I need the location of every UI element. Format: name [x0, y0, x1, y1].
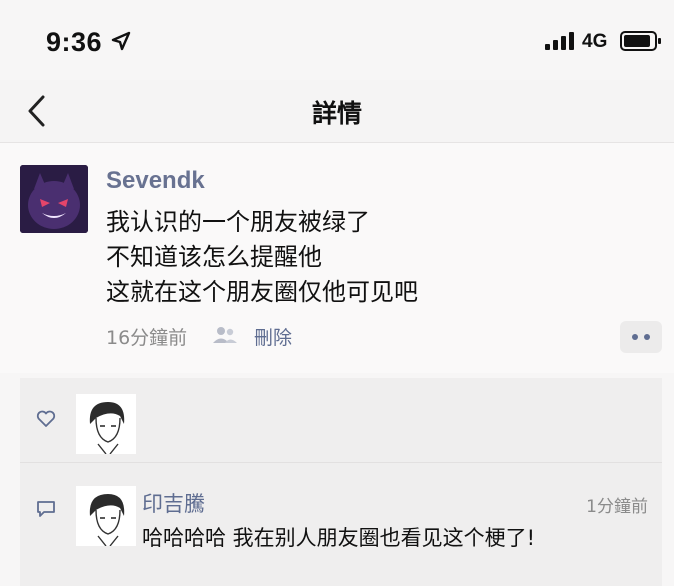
network-label: 4G — [582, 31, 608, 52]
comment-bubble-icon — [37, 501, 55, 517]
comment-time: 1分鐘前 — [586, 497, 648, 517]
post-line: 我认识的一个朋友被绿了 — [106, 208, 370, 236]
status-bar: 9:36 4G — [0, 0, 674, 80]
heart-icon — [36, 410, 56, 427]
nav-bar: 詳情 — [0, 80, 674, 143]
post-username[interactable]: Sevendk — [106, 167, 205, 195]
liker-avatar[interactable] — [76, 394, 136, 454]
battery-icon — [620, 31, 661, 51]
likes-row — [20, 378, 662, 463]
moment-post: Sevendk 我认识的一个朋友被绿了 不知道该怎么提醒他 这就在这个朋友圈仅他… — [0, 143, 674, 373]
post-line: 不知道该怎么提醒他 — [106, 243, 322, 271]
sketch-avatar-image — [76, 394, 136, 454]
post-time: 16分鐘前 — [106, 327, 188, 349]
commenter-avatar[interactable] — [76, 486, 136, 546]
more-dots-icon[interactable] — [620, 321, 662, 353]
comment-row: 印吉騰 1分鐘前 哈哈哈哈 我在别人朋友圈也看见这个梗了! — [20, 474, 662, 586]
post-text: 我认识的一个朋友被绿了 不知道该怎么提醒他 这就在这个朋友圈仅他可见吧 — [106, 205, 418, 310]
location-arrow-icon — [111, 31, 131, 51]
signal-icon — [545, 32, 574, 50]
post-line: 这就在这个朋友圈仅他可见吧 — [106, 278, 418, 306]
delete-button[interactable]: 刪除 — [254, 323, 292, 350]
comment-text[interactable]: 哈哈哈哈 我在别人朋友圈也看见这个梗了! — [142, 522, 535, 552]
people-icon — [213, 327, 237, 343]
avatar[interactable] — [20, 165, 88, 233]
interaction-panel: 印吉騰 1分鐘前 哈哈哈哈 我在别人朋友圈也看见这个梗了! — [20, 378, 662, 586]
status-time: 9:36 — [46, 27, 103, 57]
page-title: 詳情 — [311, 99, 362, 128]
sketch-avatar-image — [76, 486, 136, 546]
commenter-name[interactable]: 印吉騰 — [142, 488, 205, 518]
ghost-avatar-image — [20, 165, 88, 233]
